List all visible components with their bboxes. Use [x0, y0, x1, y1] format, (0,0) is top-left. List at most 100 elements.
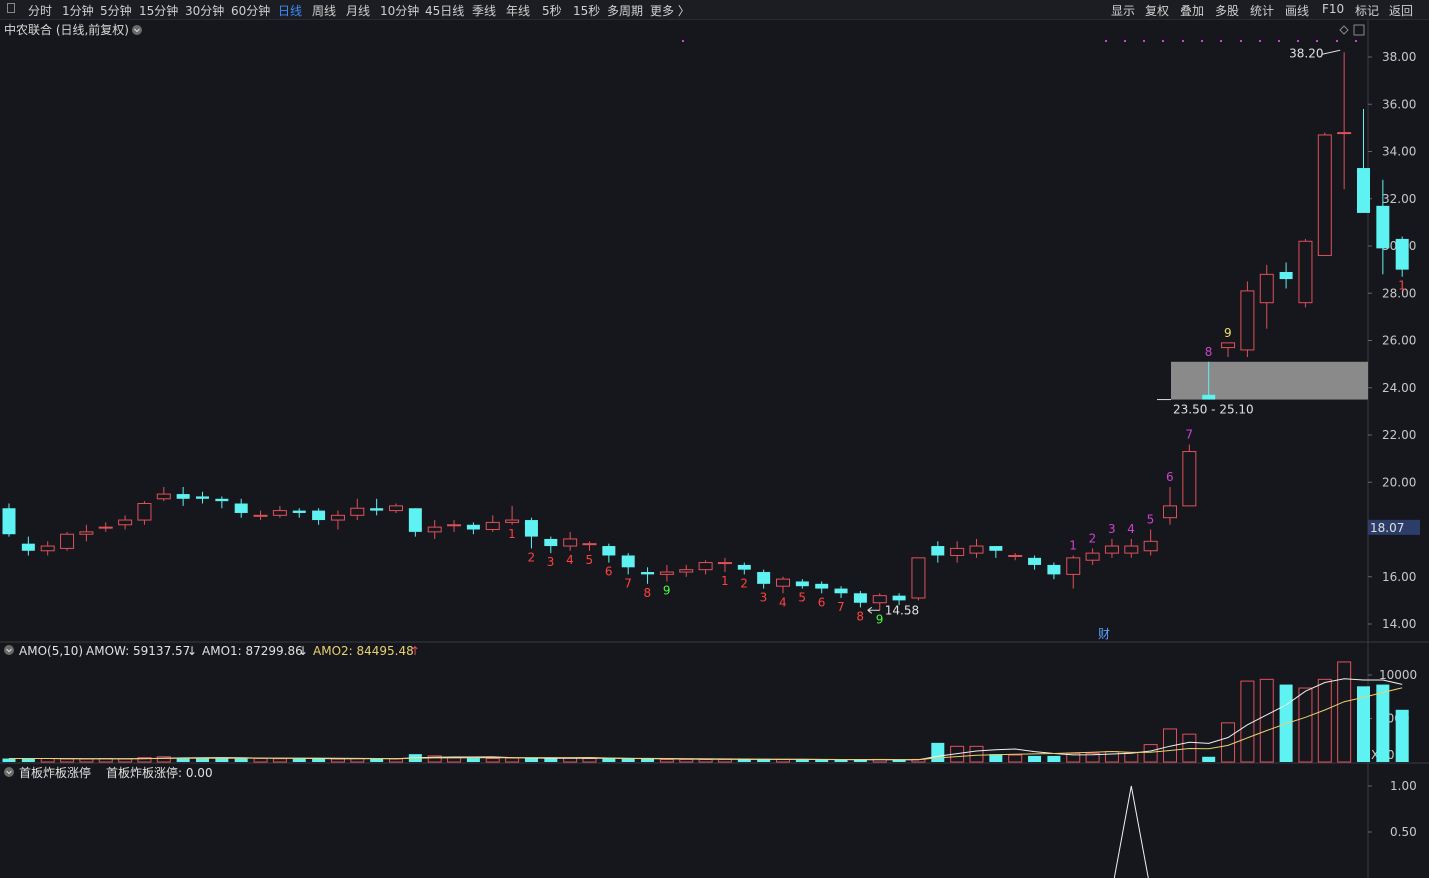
candle-body	[330, 514, 345, 521]
amount-bar	[1240, 680, 1255, 763]
amount-bar	[582, 758, 597, 763]
amount-bar	[1008, 754, 1023, 763]
candle-body	[21, 543, 35, 551]
tool-button-4[interactable]: 统计	[1250, 2, 1274, 19]
amount-bar	[1047, 755, 1061, 762]
y-tick-label: 20.00	[1382, 475, 1416, 489]
amo-tick-label: 10000	[1379, 668, 1417, 682]
candle-body	[1317, 134, 1332, 256]
candle-body	[1124, 545, 1139, 554]
amo-ma10-line	[9, 687, 1403, 761]
candle-body	[524, 520, 538, 537]
tool-button-3[interactable]: 多股	[1215, 2, 1239, 19]
amo-name: AMO(5,10)	[19, 644, 83, 658]
candle-body	[1376, 205, 1390, 249]
amount-bar	[485, 758, 500, 763]
tool-button-5[interactable]: 画线	[1285, 2, 1309, 19]
period-tab-14[interactable]: 15秒	[573, 2, 600, 19]
sequence-count-label: 1	[721, 574, 729, 588]
period-tab-4[interactable]: 30分钟	[185, 2, 224, 19]
period-tab-1[interactable]: 1分钟	[62, 2, 94, 19]
sequence-count-label: 1	[1069, 538, 1077, 552]
tool-button-8[interactable]: 返回	[1389, 2, 1413, 19]
chart-title: 中农联合 (日线,前复权)	[4, 22, 129, 37]
period-tab-12[interactable]: 年线	[506, 2, 530, 19]
candle-body	[1047, 564, 1061, 575]
amount-bar	[40, 758, 55, 763]
period-tab-15[interactable]: 多周期	[607, 2, 643, 19]
period-tab-3[interactable]: 15分钟	[139, 2, 178, 19]
candle-body	[1182, 451, 1197, 507]
y-tick-label: 32.00	[1382, 192, 1416, 206]
amount-bar	[659, 758, 674, 763]
candle-body	[659, 571, 674, 575]
amount-bar	[272, 758, 287, 763]
indicator-spike-line	[1113, 785, 1149, 878]
signal-dot	[1355, 40, 1357, 42]
sequence-count-label: 9	[663, 583, 671, 597]
chart-area[interactable]: 中农联合 (日线,前复权)38.0036.0034.0032.0030.0028…	[0, 20, 1429, 878]
amount-bar	[60, 758, 75, 763]
candle-body	[582, 543, 597, 546]
amo-settings-icon[interactable]	[4, 645, 14, 655]
candle-body	[118, 519, 133, 526]
signal-dot	[1220, 40, 1222, 42]
sequence-count-label: 3	[1108, 522, 1116, 536]
sequence-count-label: 6	[605, 565, 613, 579]
menu-icon[interactable]	[7, 3, 15, 13]
indicator-name: 首板炸板涨停	[19, 765, 91, 780]
tool-button-1[interactable]: 复权	[1145, 2, 1169, 19]
period-tab-6[interactable]: 日线	[278, 2, 302, 19]
sequence-count-label: 1	[1398, 279, 1406, 293]
candle-body	[60, 533, 75, 549]
candle-body	[370, 508, 384, 511]
settings-toggle-icon[interactable]	[132, 25, 142, 35]
candle-body	[717, 562, 732, 565]
indicator-settings-icon[interactable]	[4, 767, 14, 777]
sequence-count-label: 4	[779, 595, 787, 609]
signal-dot	[1316, 40, 1318, 42]
candle-body	[176, 494, 190, 499]
amount-bar	[389, 758, 403, 763]
candle-body	[1395, 238, 1409, 270]
candle-body	[815, 583, 829, 589]
sequence-count-label: 5	[798, 591, 806, 605]
candle-body	[156, 493, 171, 500]
period-tab-5[interactable]: 60分钟	[231, 2, 270, 19]
sequence-count-label: 4	[566, 553, 574, 567]
sequence-count-label: 5	[1147, 513, 1155, 527]
candle-body	[1240, 290, 1255, 351]
tool-button-2[interactable]: 叠加	[1180, 2, 1204, 19]
candle-body	[1298, 240, 1313, 304]
period-tab-7[interactable]: 周线	[312, 2, 336, 19]
signal-dot	[682, 40, 684, 42]
y-tick-label: 16.00	[1382, 570, 1416, 584]
sequence-count-label: 8	[856, 609, 864, 623]
period-tab-2[interactable]: 5分钟	[100, 2, 132, 19]
zone-label: 23.50 - 25.10	[1173, 403, 1254, 417]
period-tab-16[interactable]: 更多 〉	[650, 2, 690, 19]
amount-bar	[931, 742, 945, 762]
period-tab-8[interactable]: 月线	[346, 2, 370, 19]
sequence-count-label: 2	[527, 550, 535, 564]
candle-body	[427, 526, 442, 533]
candle-body	[40, 545, 55, 552]
candle-body	[989, 546, 1003, 551]
period-tab-11[interactable]: 季线	[472, 2, 496, 19]
y-tick-label: 34.00	[1382, 145, 1416, 159]
period-tab-13[interactable]: 5秒	[542, 2, 562, 19]
amo1-value: AMO1: 87299.86	[202, 644, 303, 658]
candle-body	[776, 578, 790, 587]
candle-body	[350, 507, 365, 516]
finance-event-marker[interactable]: 财	[1098, 627, 1110, 641]
period-tab-10[interactable]: 45日线	[425, 2, 464, 19]
tool-button-7[interactable]: 标记	[1355, 2, 1379, 19]
tool-button-6[interactable]: F10	[1322, 2, 1344, 16]
amount-bar	[1104, 751, 1119, 763]
sequence-count-label: 4	[1127, 522, 1135, 536]
signal-dot	[1124, 40, 1126, 42]
period-tab-0[interactable]: 分时	[28, 2, 52, 19]
tool-button-0[interactable]: 显示	[1111, 2, 1135, 19]
candle-body	[196, 496, 209, 499]
period-tab-9[interactable]: 10分钟	[380, 2, 419, 19]
